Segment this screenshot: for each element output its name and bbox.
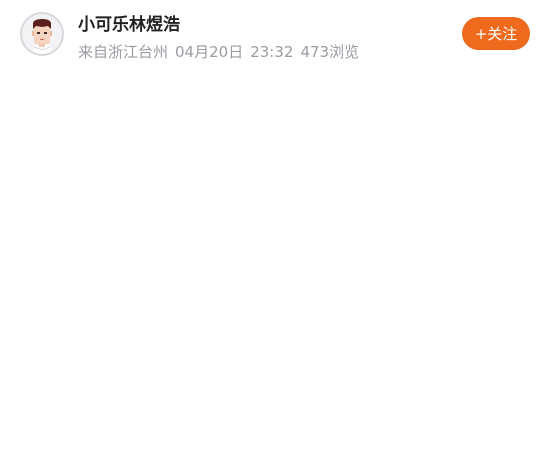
post-time: 23:32 <box>250 43 294 61</box>
author-avatar[interactable] <box>20 12 64 56</box>
post-source: 来自浙江台州 <box>78 43 169 61</box>
post-header: 小可乐林煜浩 来自浙江台州 04月20日 23:32 473浏览 +关注 <box>0 0 550 80</box>
author-name[interactable]: 小可乐林煜浩 <box>78 13 180 37</box>
post-views: 473浏览 <box>300 43 360 61</box>
follow-button[interactable]: +关注 <box>462 17 530 50</box>
cartoon-avatar-icon <box>22 14 62 54</box>
post-date: 04月20日 <box>175 43 244 61</box>
post-meta: 来自浙江台州 04月20日 23:32 473浏览 <box>78 41 359 63</box>
